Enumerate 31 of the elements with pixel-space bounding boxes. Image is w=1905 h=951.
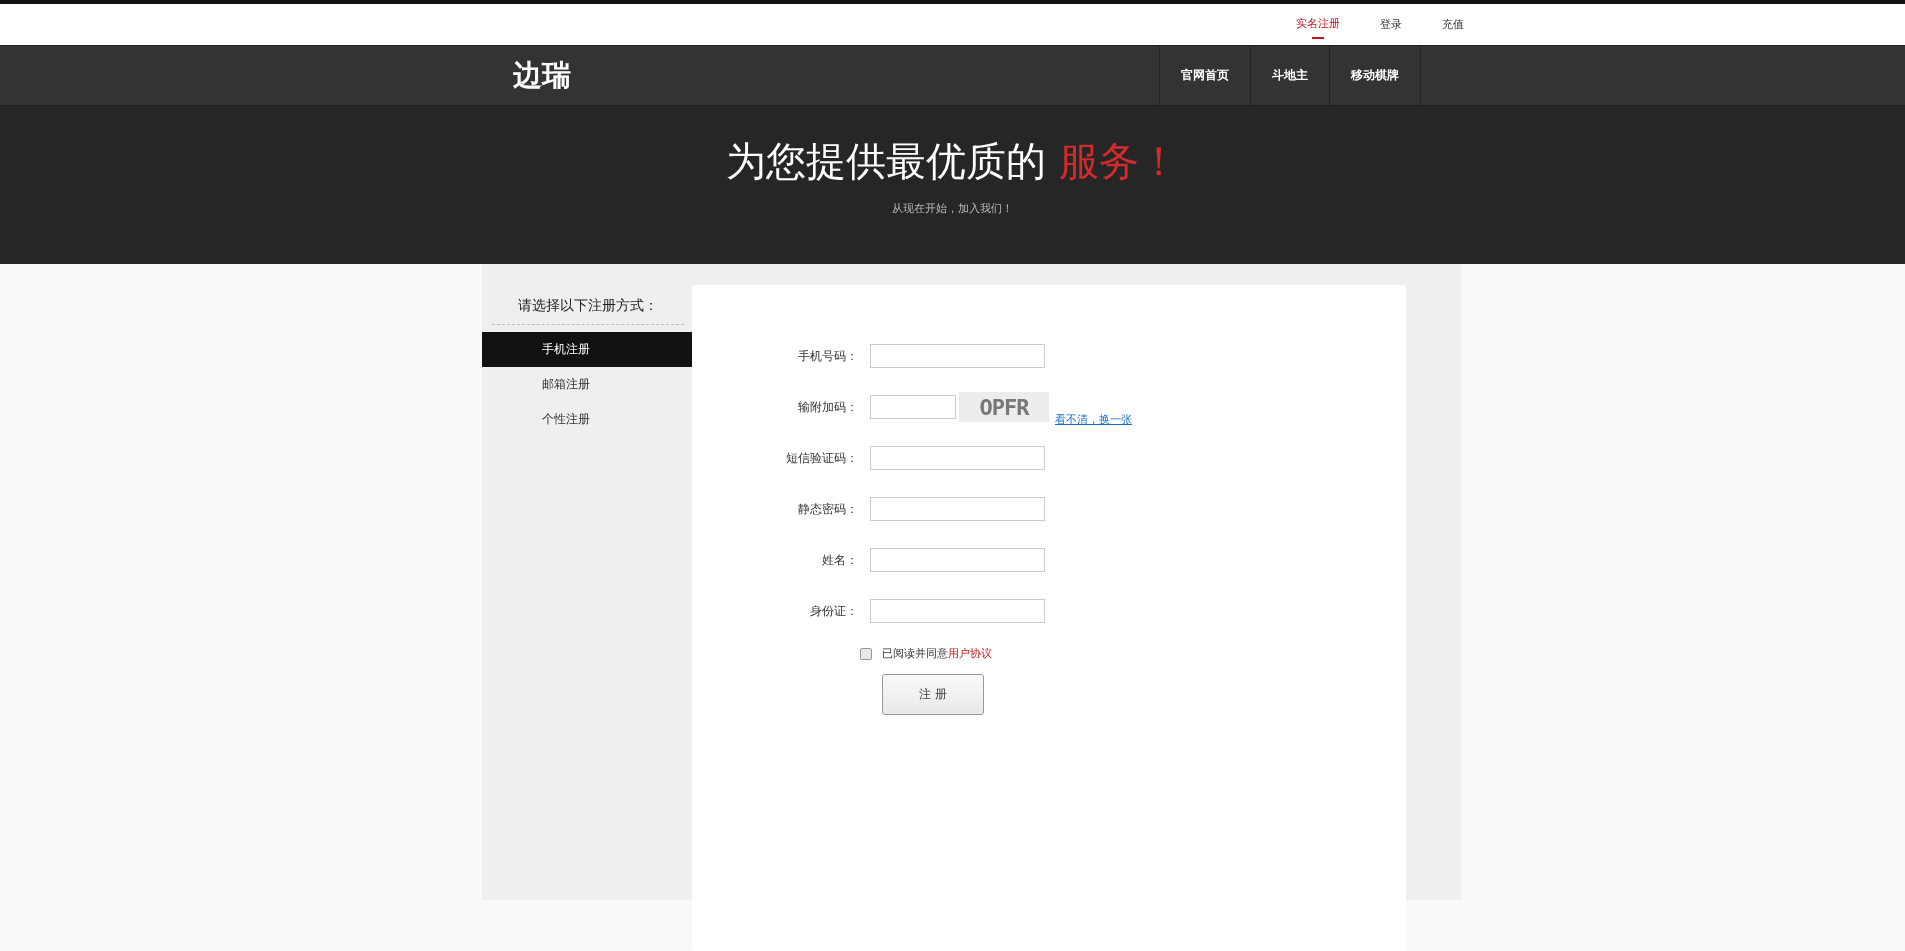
agreement-text: 已阅读并同意用户协议: [882, 646, 992, 661]
field-label: 静态密码：: [797, 500, 859, 518]
refresh-captcha-link[interactable]: 看不清，换一张: [1055, 412, 1132, 427]
nav-item[interactable]: 斗地主: [1251, 46, 1330, 105]
input-field[interactable]: [870, 548, 1045, 572]
sidebar-item[interactable]: 个性注册: [482, 402, 692, 437]
field-label: 输附加码：: [797, 398, 859, 416]
field-label: 短信验证码：: [785, 449, 859, 467]
register-button[interactable]: 注 册: [882, 674, 984, 715]
nav-item[interactable]: 移动棋牌: [1330, 46, 1421, 105]
field-label: 姓名：: [821, 551, 859, 569]
sidebar-item[interactable]: 邮箱注册: [482, 367, 692, 402]
input-field[interactable]: [870, 599, 1045, 623]
input-field[interactable]: [870, 395, 956, 419]
hero-title: 为您提供最优质的 服务！: [726, 137, 1179, 186]
agree-checkbox[interactable]: [860, 647, 872, 660]
agreement-link[interactable]: 用户协议: [948, 647, 992, 660]
nav-item[interactable]: 官网首页: [1160, 46, 1251, 105]
top-link[interactable]: 登录: [1380, 13, 1402, 36]
field-label: 手机号码：: [797, 347, 859, 365]
captcha-image: OPFR: [959, 392, 1049, 422]
top-link[interactable]: 充值: [1442, 13, 1464, 36]
input-field[interactable]: [870, 497, 1045, 521]
field-label: 身份证：: [809, 602, 859, 620]
site-logo: 边瑞: [513, 56, 571, 94]
top-link[interactable]: 实名注册: [1296, 12, 1340, 37]
input-field[interactable]: [870, 446, 1045, 470]
hero-subtitle: 从现在开始，加入我们！: [892, 201, 1013, 216]
sidebar-heading: 请选择以下注册方式：: [492, 297, 684, 325]
input-field[interactable]: [870, 344, 1045, 368]
sidebar-item[interactable]: 手机注册: [482, 332, 692, 367]
